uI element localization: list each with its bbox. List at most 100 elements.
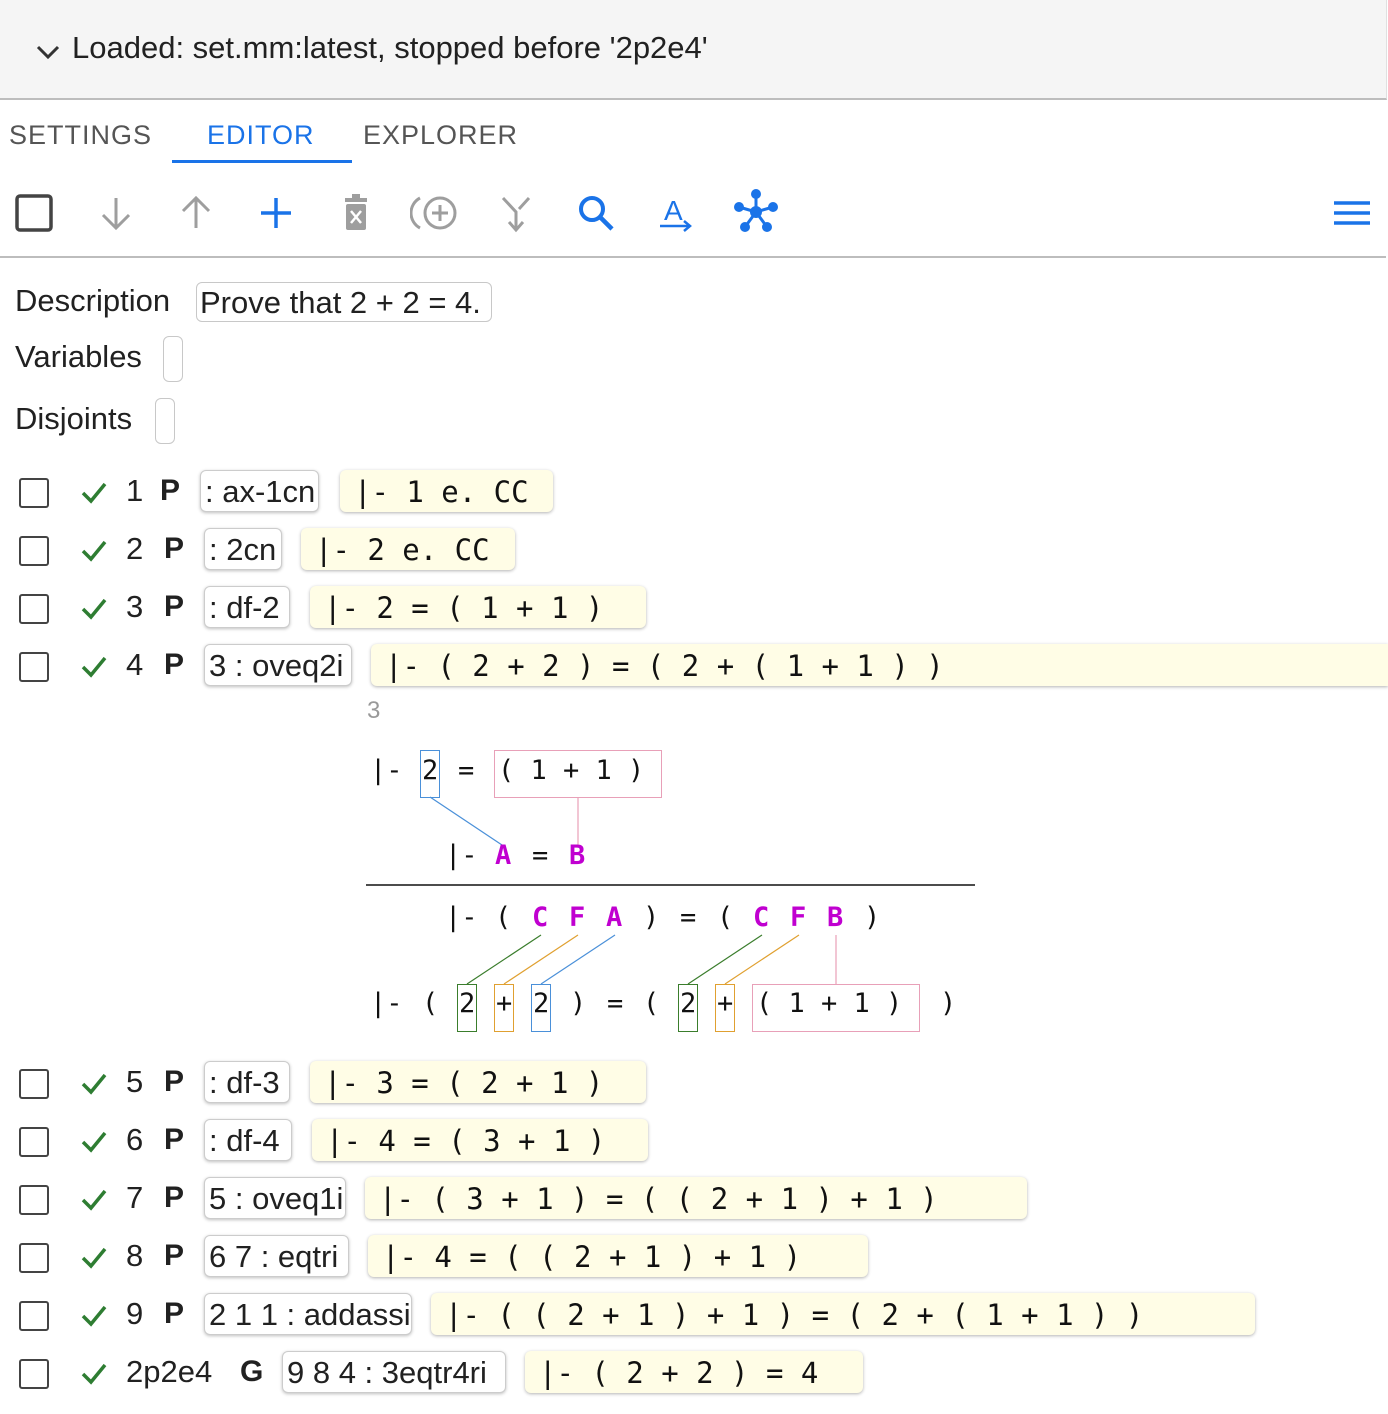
- detail-token: ): [940, 988, 957, 1019]
- step-label[interactable]: 2: [126, 531, 143, 567]
- step-label[interactable]: 4: [126, 647, 143, 683]
- merge-icon[interactable]: [495, 192, 537, 234]
- detail-token: +: [496, 988, 513, 1019]
- step-checkbox[interactable]: [19, 1185, 49, 1215]
- detail-token: (: [717, 902, 734, 933]
- step-justification[interactable]: : df-4: [204, 1119, 292, 1161]
- substitute-icon[interactable]: A: [656, 192, 698, 234]
- proved-check-icon: [81, 598, 107, 620]
- step-expression[interactable]: |- ( ( 2 + 1 ) + 1 ) = ( 2 + ( 1 + 1 ) ): [431, 1293, 1255, 1335]
- step-type[interactable]: P: [164, 648, 184, 682]
- unify-icon[interactable]: [730, 186, 782, 238]
- step-label[interactable]: 3: [126, 589, 143, 625]
- step-type[interactable]: P: [164, 590, 184, 624]
- chevron-down-icon[interactable]: [34, 38, 62, 66]
- step-checkbox[interactable]: [19, 1359, 49, 1389]
- delete-icon[interactable]: [335, 192, 377, 234]
- rule-variable: A: [495, 840, 512, 871]
- loaded-banner[interactable]: Loaded: set.mm:latest, stopped before '2…: [0, 0, 1387, 100]
- select-all-checkbox[interactable]: [13, 192, 55, 234]
- detail-token: +: [717, 988, 734, 1019]
- step-justification[interactable]: 2 1 1 : addassi: [204, 1293, 412, 1335]
- step-expression[interactable]: |- 2 e. CC: [301, 528, 515, 570]
- proved-check-icon: [81, 656, 107, 678]
- detail-token: (: [495, 902, 512, 933]
- step-justification[interactable]: 3 : oveq2i: [204, 644, 352, 686]
- menu-icon[interactable]: [1331, 192, 1373, 234]
- detail-token: 2: [680, 988, 697, 1019]
- step-type[interactable]: P: [164, 1123, 184, 1157]
- step-expression[interactable]: |- ( 2 + 2 ) = 4: [525, 1351, 863, 1393]
- step-justification[interactable]: : df-2: [204, 586, 290, 628]
- tab-editor[interactable]: EDITOR: [207, 120, 315, 151]
- step-expression[interactable]: |- 2 = ( 1 + 1 ): [310, 586, 646, 628]
- step-label[interactable]: 2p2e4: [126, 1354, 212, 1390]
- step-label[interactable]: 9: [126, 1296, 143, 1332]
- step-checkbox[interactable]: [19, 1127, 49, 1157]
- step-type[interactable]: P: [164, 1297, 184, 1331]
- step-label[interactable]: 8: [126, 1238, 143, 1274]
- add-circle-icon[interactable]: [410, 192, 462, 234]
- step-justification[interactable]: : ax-1cn: [200, 470, 319, 512]
- step-label[interactable]: 6: [126, 1122, 143, 1158]
- proved-check-icon: [81, 1073, 107, 1095]
- step-checkbox[interactable]: [19, 1301, 49, 1331]
- step-expression[interactable]: |- 4 = ( 3 + 1 ): [312, 1119, 648, 1161]
- detail-hyp-ref: 3: [367, 697, 381, 724]
- detail-token: 2: [422, 755, 439, 786]
- rule-variable: B: [827, 902, 844, 933]
- search-icon[interactable]: [575, 192, 617, 234]
- variables-label: Variables: [15, 339, 142, 374]
- step-checkbox[interactable]: [19, 1243, 49, 1273]
- step-checkbox[interactable]: [19, 536, 49, 566]
- step-checkbox[interactable]: [19, 652, 49, 682]
- step-type[interactable]: P: [164, 1065, 184, 1099]
- detail-token: (: [643, 988, 660, 1019]
- proved-check-icon: [81, 1131, 107, 1153]
- step-type[interactable]: P: [164, 1181, 184, 1215]
- proved-check-icon: [81, 1305, 107, 1327]
- tab-explorer[interactable]: EXPLORER: [363, 120, 518, 151]
- step-checkbox[interactable]: [19, 1069, 49, 1099]
- step-expression[interactable]: |- 1 e. CC: [340, 470, 553, 512]
- step-expression[interactable]: |- ( 3 + 1 ) = ( ( 2 + 1 ) + 1 ): [365, 1177, 1027, 1219]
- rule-variable: C: [753, 902, 770, 933]
- step-justification[interactable]: 9 8 4 : 3eqtr4ri: [282, 1351, 506, 1393]
- step-justification[interactable]: : df-3: [204, 1061, 290, 1103]
- detail-token: |-: [370, 755, 403, 786]
- detail-token: =: [532, 840, 549, 871]
- step-type[interactable]: P: [164, 532, 184, 566]
- disjoints-field[interactable]: [155, 398, 175, 444]
- detail-token: ): [643, 902, 660, 933]
- step-expression[interactable]: |- 4 = ( ( 2 + 1 ) + 1 ): [368, 1235, 868, 1277]
- step-label[interactable]: 7: [126, 1180, 143, 1216]
- step-justification[interactable]: : 2cn: [204, 528, 282, 570]
- step-justification[interactable]: 6 7 : eqtri: [204, 1235, 349, 1277]
- tab-settings[interactable]: SETTINGS: [9, 120, 152, 151]
- add-icon[interactable]: [255, 192, 297, 234]
- step-justification[interactable]: 5 : oveq1i: [204, 1177, 346, 1219]
- move-down-icon[interactable]: [95, 192, 137, 234]
- detail-token: ): [570, 988, 587, 1019]
- step-type[interactable]: P: [164, 1239, 184, 1273]
- step-checkbox[interactable]: [19, 594, 49, 624]
- editor-toolbar: A: [0, 170, 1386, 258]
- variables-field[interactable]: [163, 336, 183, 382]
- banner-title: Loaded: set.mm:latest, stopped before '2…: [72, 30, 708, 65]
- step-checkbox[interactable]: [19, 478, 49, 508]
- detail-token: =: [607, 988, 624, 1019]
- detail-token: ( 1 + 1 ): [756, 988, 903, 1019]
- disjoints-label: Disjoints: [15, 401, 133, 436]
- step-type[interactable]: G: [240, 1355, 263, 1389]
- rule-variable: B: [569, 840, 586, 871]
- description-field[interactable]: Prove that 2 + 2 = 4.: [196, 282, 492, 322]
- rule-variable: A: [606, 902, 623, 933]
- step-label[interactable]: 5: [126, 1064, 143, 1100]
- detail-token: ( 1 + 1 ): [498, 755, 645, 786]
- proved-check-icon: [81, 1363, 107, 1385]
- step-expression[interactable]: |- ( 2 + 2 ) = ( 2 + ( 1 + 1 ) ): [371, 644, 1388, 686]
- step-label[interactable]: 1: [126, 473, 143, 509]
- step-expression[interactable]: |- 3 = ( 2 + 1 ): [310, 1061, 646, 1103]
- step-type[interactable]: P: [160, 474, 180, 508]
- move-up-icon[interactable]: [175, 192, 217, 234]
